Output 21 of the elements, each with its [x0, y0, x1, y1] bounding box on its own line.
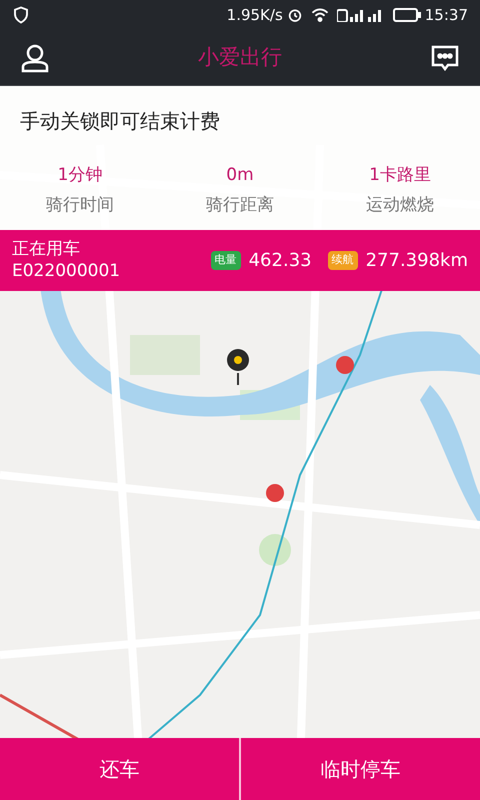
clock-time: 15:37 [424, 4, 468, 26]
shield-icon [12, 6, 30, 24]
stat-label: 骑行距离 [206, 194, 274, 216]
meter-badge: 电量 [210, 251, 241, 270]
stat-label: 运动燃烧 [366, 194, 434, 216]
notice-text: 手动关锁即可结束计费 [19, 108, 221, 135]
user-icon[interactable] [20, 42, 50, 72]
stat-value: 1卡路里 [369, 164, 431, 187]
bike-id: E022000001 [12, 260, 120, 282]
battery-icon [392, 8, 421, 22]
stat-value: 1分钟 [58, 164, 102, 187]
app-title: 小爱出行 [198, 44, 282, 71]
wifi-icon [310, 7, 329, 23]
meter-value: 462.33 [248, 249, 312, 273]
stat-value: 0m [226, 164, 254, 187]
stat-label: 骑行时间 [46, 194, 114, 216]
network-speed: 1.95K/s [226, 4, 283, 26]
meter-badge: 续航 [328, 251, 358, 270]
ride-status: 正在用车 [12, 239, 81, 260]
meter-value: 277.398km [366, 249, 468, 273]
alarm-icon [286, 7, 303, 23]
